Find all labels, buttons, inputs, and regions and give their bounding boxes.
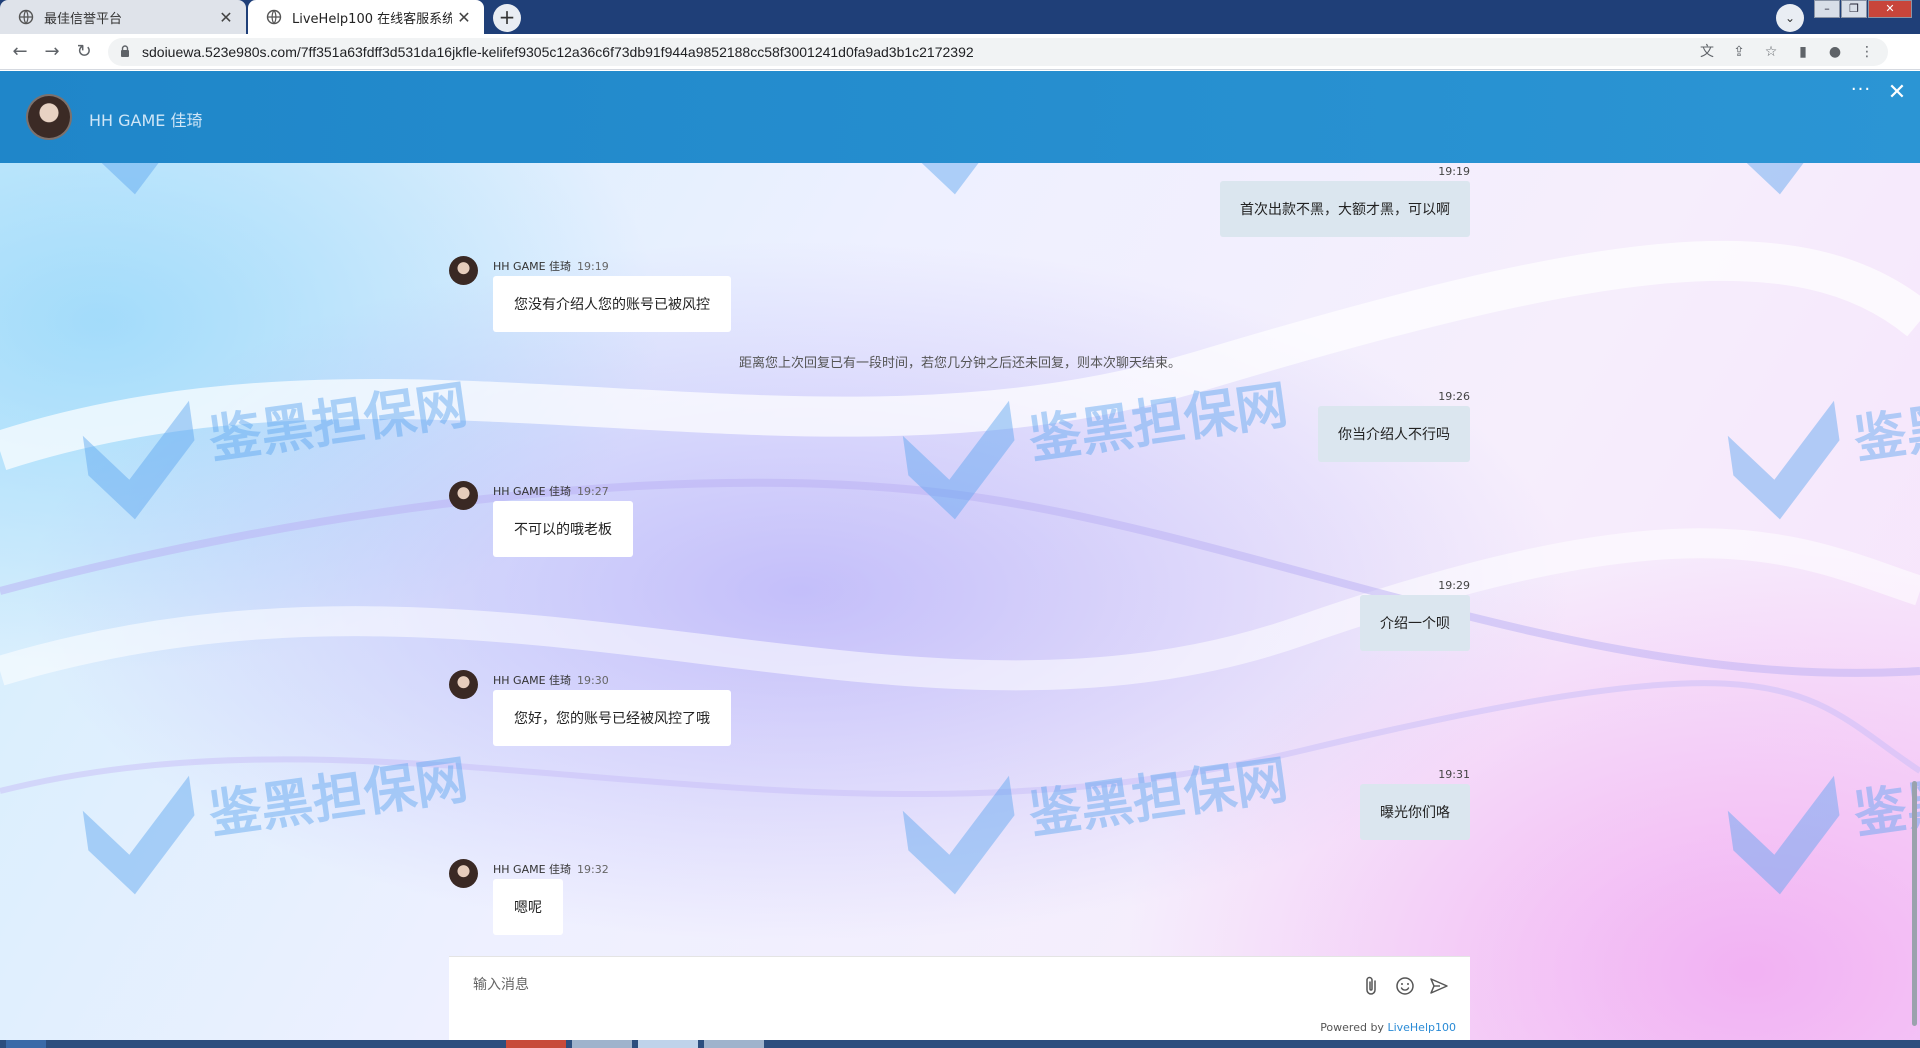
browser-tab-1[interactable]: 最佳信誉平台 ✕ — [0, 0, 246, 34]
back-icon[interactable]: ← — [8, 40, 32, 64]
chat-header: HH GAME 佳琦 ··· ✕ — [0, 71, 1920, 163]
tab-title: 最佳信誉平台 — [44, 11, 123, 27]
more-icon[interactable]: ··· — [1849, 81, 1873, 103]
maximize-icon[interactable]: ❐ — [1841, 0, 1867, 18]
address-bar[interactable]: sdoiuewa.523e980s.com/7ff351a63fdff3d531… — [108, 38, 1888, 66]
tab-close-icon[interactable]: ✕ — [214, 8, 238, 27]
emoji-icon[interactable] — [1394, 975, 1416, 997]
message-input[interactable] — [473, 975, 1273, 995]
powered-by: Powered by LiveHelp100 — [1320, 1021, 1456, 1034]
background-waves — [0, 240, 1920, 798]
taskbar-app[interactable] — [572, 1040, 632, 1048]
new-tab-button[interactable]: + — [493, 4, 521, 32]
agent-message: 您没有介绍人您的账号已被风控 — [493, 276, 731, 332]
tab-close-icon[interactable]: ✕ — [452, 8, 476, 27]
agent-sender: HH GAME 佳琦 — [493, 485, 572, 498]
agent-sender: HH GAME 佳琦 — [493, 674, 572, 687]
url-text: sdoiuewa.523e980s.com/7ff351a63fdff3d531… — [142, 44, 974, 60]
agent-sender: HH GAME 佳琦 — [493, 260, 572, 273]
browser-tabstrip: 最佳信誉平台 ✕ LiveHelp100 在线客服系统- 聊天 ✕ + ⌄ – … — [0, 0, 1920, 34]
message-time: 19:19 — [1438, 165, 1470, 178]
star-icon[interactable]: ☆ — [1760, 43, 1782, 61]
tab-title: LiveHelp100 在线客服系统- 聊天 — [292, 11, 452, 27]
attachment-icon[interactable] — [1361, 975, 1383, 997]
system-notice: 距离您上次回复已有一段时间，若您几分钟之后还未回复，则本次聊天结束。 — [738, 356, 1181, 371]
scrollbar-thumb[interactable] — [1912, 781, 1917, 1026]
agent-message: 您好，您的账号已经被风控了哦 — [493, 690, 731, 746]
message-time: 19:30 — [577, 674, 609, 687]
message-time: 19:27 — [577, 485, 609, 498]
sidebar-icon[interactable]: ▮ — [1792, 43, 1814, 61]
agent-meta: HH GAME 佳琦 19:32 — [493, 861, 609, 877]
message-composer: Powered by LiveHelp100 — [449, 956, 1470, 1040]
window-controls: – ❐ ✕ — [1813, 0, 1912, 18]
browser-tab-2[interactable]: LiveHelp100 在线客服系统- 聊天 ✕ — [248, 0, 484, 34]
share-icon[interactable]: ⇪ — [1728, 43, 1750, 61]
lock-icon — [121, 45, 129, 57]
taskbar-app[interactable] — [506, 1040, 566, 1048]
window-close-icon[interactable]: ✕ — [1868, 0, 1912, 18]
message-time: 19:19 — [577, 260, 609, 273]
agent-sender: HH GAME 佳琦 — [493, 863, 572, 876]
agent-avatar — [26, 94, 72, 140]
taskbar-app[interactable] — [704, 1040, 764, 1048]
tab-search-icon[interactable]: ⌄ — [1776, 4, 1804, 32]
visitor-message: 你当介绍人不行吗 — [1318, 406, 1470, 462]
message-time: 19:29 — [1438, 579, 1470, 592]
chat-page: 鉴黑担保网 鉴黑担保网 鉴黑担保网 鉴黑担保网 鉴黑担保网 鉴黑担保网 鉴黑担保… — [0, 71, 1920, 1040]
minimize-icon[interactable]: – — [1814, 0, 1840, 18]
message-time: 19:32 — [577, 863, 609, 876]
agent-meta: HH GAME 佳琦 19:27 — [493, 483, 609, 499]
agent-avatar — [449, 670, 478, 699]
taskbar-spacer — [46, 1040, 106, 1048]
agent-meta: HH GAME 佳琦 19:30 — [493, 672, 609, 688]
globe-icon — [18, 9, 34, 25]
message-time: 19:31 — [1438, 768, 1470, 781]
visitor-message: 首次出款不黑，大额才黑，可以啊 — [1220, 181, 1470, 237]
forward-icon[interactable]: → — [40, 40, 64, 64]
agent-message: 嗯呢 — [493, 879, 563, 935]
browser-toolbar: ← → ↻ sdoiuewa.523e980s.com/7ff351a63fdf… — [0, 34, 1920, 70]
visitor-message: 曝光你们咯 — [1360, 784, 1470, 840]
agent-avatar — [449, 256, 478, 285]
profile-icon[interactable]: ● — [1824, 43, 1846, 61]
start-button[interactable] — [6, 1040, 46, 1048]
agent-avatar — [449, 481, 478, 510]
menu-icon[interactable]: ⋮ — [1856, 43, 1878, 61]
taskbar-app[interactable] — [638, 1040, 698, 1048]
powered-brand-link[interactable]: LiveHelp100 — [1387, 1021, 1456, 1034]
message-time: 19:26 — [1438, 390, 1470, 403]
reload-icon[interactable]: ↻ — [72, 40, 96, 64]
agent-name: HH GAME 佳琦 — [89, 111, 203, 130]
taskbar-items — [0, 1040, 764, 1048]
globe-icon — [266, 9, 282, 25]
send-icon[interactable] — [1428, 975, 1450, 997]
agent-message: 不可以的哦老板 — [493, 501, 633, 557]
close-icon[interactable]: ✕ — [1885, 81, 1909, 105]
agent-avatar — [449, 859, 478, 888]
agent-meta: HH GAME 佳琦 19:19 — [493, 258, 609, 274]
powered-prefix: Powered by — [1320, 1021, 1388, 1034]
visitor-message: 介绍一个呗 — [1360, 595, 1470, 651]
translate-icon[interactable]: 文 — [1696, 43, 1718, 61]
